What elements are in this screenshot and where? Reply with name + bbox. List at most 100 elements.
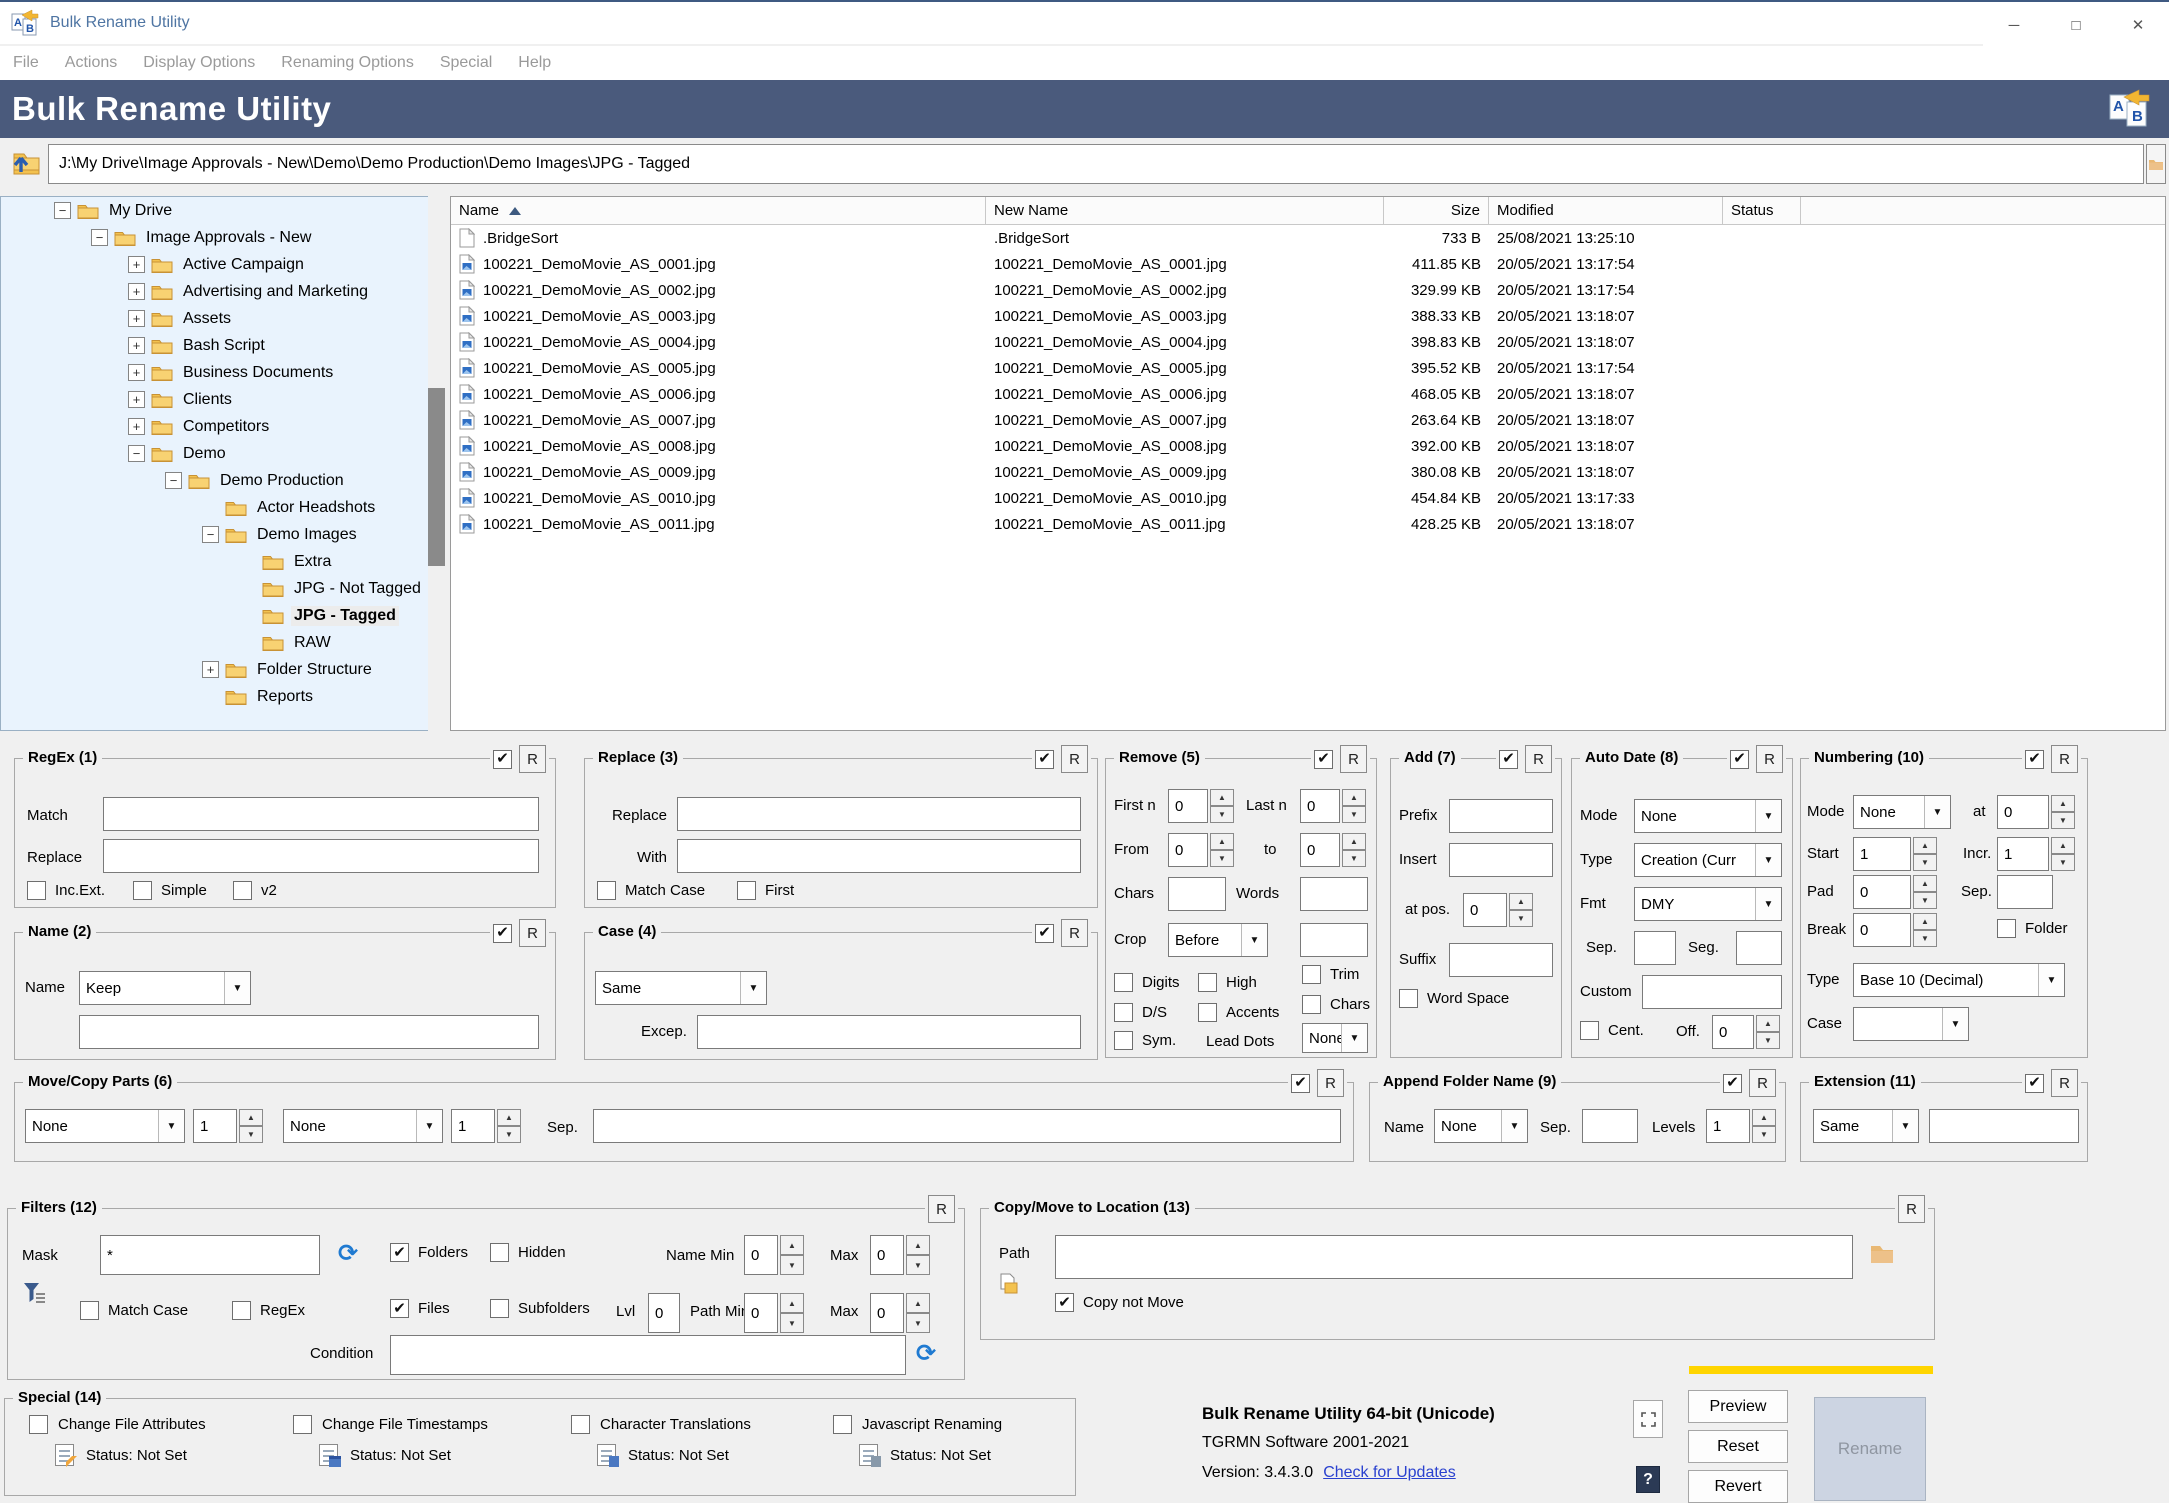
remove-digits-checkbox[interactable] xyxy=(1114,973,1133,992)
regex-replace-input[interactable] xyxy=(103,839,539,873)
collapse-icon[interactable]: − xyxy=(165,472,182,489)
remove-accents-checkbox[interactable] xyxy=(1198,1003,1217,1022)
replace-match-case-checkbox[interactable] xyxy=(597,881,616,900)
menu-file[interactable]: File xyxy=(0,46,52,80)
tree-item[interactable]: RAW xyxy=(1,629,444,656)
tree-item[interactable]: + Business Documents xyxy=(1,359,444,386)
appendfolder-levels-spinner[interactable] xyxy=(1752,1109,1776,1143)
expand-icon[interactable]: + xyxy=(128,310,145,327)
copy-document-icon[interactable] xyxy=(999,1273,1019,1295)
filters-hidden-checkbox[interactable] xyxy=(490,1243,509,1262)
help-button[interactable]: ? xyxy=(1636,1466,1660,1493)
movecopy-mode1-dropdown[interactable]: None xyxy=(25,1109,185,1143)
remove-trim-checkbox[interactable] xyxy=(1302,965,1321,984)
browse-folder-icon[interactable] xyxy=(2146,144,2166,184)
autodate-type-dropdown[interactable]: Creation (Curr xyxy=(1634,843,1782,877)
regex-match-input[interactable] xyxy=(103,797,539,831)
add-word-space-checkbox[interactable] xyxy=(1399,989,1418,1008)
extension-value-input[interactable] xyxy=(1929,1109,2079,1143)
add-at-pos-spinner[interactable] xyxy=(1509,893,1533,927)
collapse-icon[interactable]: − xyxy=(128,445,145,462)
extension-mode-dropdown[interactable]: Same xyxy=(1813,1109,1919,1143)
filters-reset-button[interactable]: R xyxy=(928,1195,955,1223)
remove-from-input[interactable] xyxy=(1168,833,1208,867)
tree-scrollbar-thumb[interactable] xyxy=(428,388,445,566)
tree-item[interactable]: + Competitors xyxy=(1,413,444,440)
refresh-icon[interactable]: ⟳ xyxy=(338,1241,358,1265)
column-header-new-name[interactable]: New Name xyxy=(986,197,1384,224)
table-row[interactable]: 100221_DemoMovie_AS_0011.jpg 100221_DemoM… xyxy=(451,511,2165,537)
appendfolder-enable-checkbox[interactable] xyxy=(1723,1073,1742,1093)
numbering-enable-checkbox[interactable] xyxy=(2025,749,2044,769)
numbering-reset-button[interactable]: R xyxy=(2051,745,2078,773)
filters-folders-checkbox[interactable] xyxy=(390,1243,409,1262)
collapse-icon[interactable]: − xyxy=(202,526,219,543)
expand-icon[interactable]: + xyxy=(128,364,145,381)
table-row[interactable]: 100221_DemoMovie_AS_0008.jpg 100221_DemoM… xyxy=(451,433,2165,459)
movecopy-count2-input[interactable] xyxy=(451,1109,495,1143)
movecopy-sep-input[interactable] xyxy=(593,1109,1341,1143)
close-button[interactable]: ✕ xyxy=(2107,4,2169,46)
numbering-case-dropdown[interactable] xyxy=(1853,1007,1969,1041)
column-header-name[interactable]: Name xyxy=(451,197,986,224)
collapse-icon[interactable]: − xyxy=(91,229,108,246)
remove-to-input[interactable] xyxy=(1300,833,1340,867)
add-prefix-input[interactable] xyxy=(1449,799,1553,833)
expand-icon[interactable]: + xyxy=(128,391,145,408)
movecopy-mode2-dropdown[interactable]: None xyxy=(283,1109,443,1143)
filters-subfolders-checkbox[interactable] xyxy=(490,1299,509,1318)
expand-icon[interactable]: + xyxy=(128,337,145,354)
replace-enable-checkbox[interactable] xyxy=(1035,749,1054,769)
menu-display-options[interactable]: Display Options xyxy=(130,46,268,80)
regex-simple-checkbox[interactable] xyxy=(133,881,152,900)
tree-item[interactable]: − My Drive xyxy=(1,197,444,224)
maximize-button[interactable]: □ xyxy=(2045,4,2107,46)
column-header-modified[interactable]: Modified xyxy=(1489,197,1723,224)
tree-scrollbar[interactable] xyxy=(428,196,445,731)
add-at-pos-input[interactable] xyxy=(1463,893,1507,927)
filters-name-min-input[interactable] xyxy=(744,1235,778,1275)
refresh-icon[interactable]: ⟳ xyxy=(916,1341,936,1365)
autodate-fmt-dropdown[interactable]: DMY xyxy=(1634,887,1782,921)
table-row[interactable]: 100221_DemoMovie_AS_0001.jpg 100221_DemoM… xyxy=(451,251,2165,277)
special-item-checkbox[interactable] xyxy=(29,1415,48,1434)
column-header-status[interactable]: Status xyxy=(1723,197,1801,224)
tree-item[interactable]: Actor Headshots xyxy=(1,494,444,521)
tree-item[interactable]: Reports xyxy=(1,683,444,710)
copymove-copy-not-move-checkbox[interactable] xyxy=(1055,1293,1074,1312)
check-for-updates-link[interactable]: Check for Updates xyxy=(1323,1464,1456,1481)
remove-reset-button[interactable]: R xyxy=(1340,745,1367,773)
add-insert-input[interactable] xyxy=(1449,843,1553,877)
filter-icon[interactable] xyxy=(22,1281,46,1307)
filters-match-case-checkbox[interactable] xyxy=(80,1301,99,1320)
special-item-checkbox[interactable] xyxy=(833,1415,852,1434)
numbering-pad-input[interactable] xyxy=(1853,875,1911,909)
name-reset-button[interactable]: R xyxy=(519,919,546,947)
autodate-sep-input[interactable] xyxy=(1634,931,1676,965)
revert-button[interactable]: Revert xyxy=(1688,1470,1788,1503)
remove-high-checkbox[interactable] xyxy=(1198,973,1217,992)
table-row[interactable]: 100221_DemoMovie_AS_0010.jpg 100221_DemoM… xyxy=(451,485,2165,511)
remove-to-spinner[interactable] xyxy=(1342,833,1366,867)
collapse-icon[interactable]: − xyxy=(54,202,71,219)
tree-item[interactable]: JPG - Not Tagged xyxy=(1,575,444,602)
table-row[interactable]: .BridgeSort .BridgeSort 733 B 25/08/2021 13… xyxy=(451,225,2165,251)
name-enable-checkbox[interactable] xyxy=(493,923,512,943)
filters-mask-input[interactable] xyxy=(100,1235,320,1275)
expand-window-button[interactable] xyxy=(1633,1400,1663,1438)
reset-button[interactable]: Reset xyxy=(1688,1430,1788,1463)
remove-first-n-input[interactable] xyxy=(1168,789,1208,823)
table-row[interactable]: 100221_DemoMovie_AS_0009.jpg 100221_DemoM… xyxy=(451,459,2165,485)
remove-lead-dots-dropdown[interactable]: None xyxy=(1302,1023,1368,1053)
table-row[interactable]: 100221_DemoMovie_AS_0003.jpg 100221_DemoM… xyxy=(451,303,2165,329)
filters-lvl-input[interactable] xyxy=(648,1293,680,1333)
filters-path-min-spinner[interactable] xyxy=(780,1293,804,1333)
numbering-folder-checkbox[interactable] xyxy=(1997,919,2016,938)
remove-chars-input[interactable] xyxy=(1168,877,1226,911)
minimize-button[interactable]: ─ xyxy=(1983,4,2045,46)
regex-incext-checkbox[interactable] xyxy=(27,881,46,900)
autodate-off-input[interactable] xyxy=(1712,1015,1754,1049)
movecopy-reset-button[interactable]: R xyxy=(1317,1069,1344,1097)
extension-enable-checkbox[interactable] xyxy=(2025,1073,2044,1093)
browse-folder-icon[interactable] xyxy=(1869,1243,1895,1270)
